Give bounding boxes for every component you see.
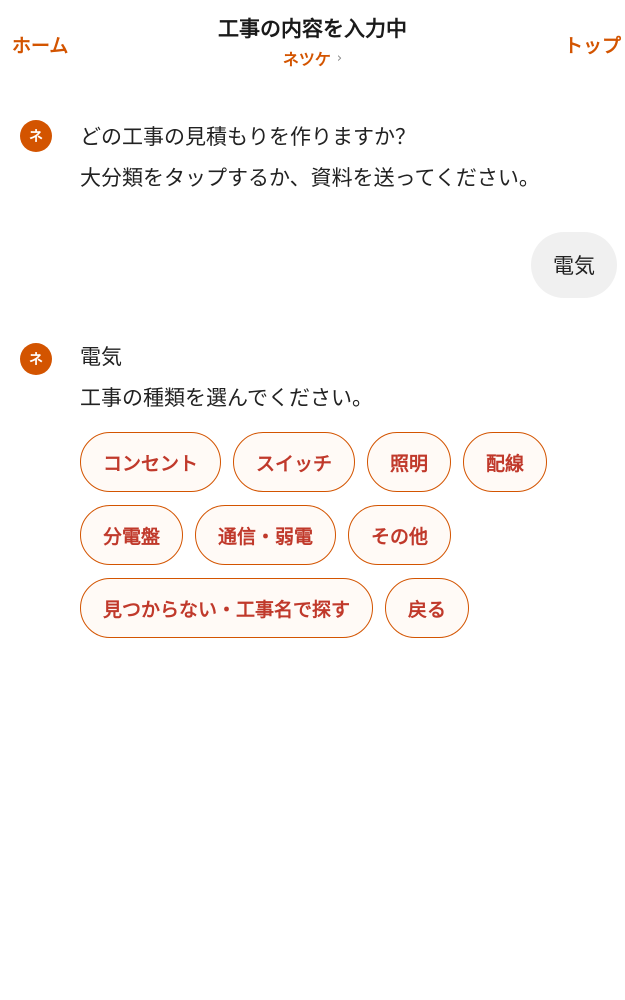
- bot-message-text: どの工事の見積もりを作りますか？ 大分類をタップするか、資料を送ってください。: [80, 117, 540, 199]
- top-link[interactable]: トップ: [564, 31, 621, 58]
- title-block: 工事の内容を入力中 ネツケ ›: [0, 14, 625, 70]
- chip-row: 分電盤 通信・弱電 その他: [80, 505, 610, 565]
- page-title: 工事の内容を入力中: [218, 17, 407, 41]
- chip-wiring[interactable]: 配線: [463, 432, 548, 492]
- assistant-avatar: ネ: [20, 343, 52, 375]
- header: ホーム 工事の内容を入力中 ネツケ › トップ: [0, 0, 625, 84]
- chevron-right-icon: ›: [336, 50, 343, 66]
- user-message-bubble: 電気: [531, 232, 617, 298]
- chip-switch[interactable]: スイッチ: [233, 432, 356, 492]
- chip-other[interactable]: その他: [348, 505, 452, 565]
- chip-distribution-board[interactable]: 分電盤: [80, 505, 184, 565]
- assistant-name-link[interactable]: ネツケ ›: [283, 46, 342, 70]
- assistant-name: ネツケ: [282, 50, 331, 69]
- chip-lighting[interactable]: 照明: [367, 432, 452, 492]
- bot-message-line: 工事の種類を選んでください。: [80, 386, 373, 410]
- option-chips: コンセント スイッチ 照明 配線 分電盤 通信・弱電 その他 見つからない・工事…: [80, 432, 610, 651]
- chip-outlet[interactable]: コンセント: [80, 432, 222, 492]
- bot-message-line: どの工事の見積もりを作りますか？: [80, 125, 416, 149]
- chip-row: コンセント スイッチ 照明 配線: [80, 432, 610, 492]
- assistant-avatar: ネ: [20, 120, 52, 152]
- bot-message-line: 電気: [80, 345, 122, 369]
- chip-row: 見つからない・工事名で探す 戻る: [80, 578, 610, 638]
- bot-message-text: 電気 工事の種類を選んでください。: [80, 337, 373, 419]
- chip-search-by-name[interactable]: 見つからない・工事名で探す: [80, 578, 374, 638]
- bot-message-line: 大分類をタップするか、資料を送ってください。: [80, 166, 540, 190]
- chip-back[interactable]: 戻る: [385, 578, 470, 638]
- chip-low-voltage[interactable]: 通信・弱電: [195, 505, 337, 565]
